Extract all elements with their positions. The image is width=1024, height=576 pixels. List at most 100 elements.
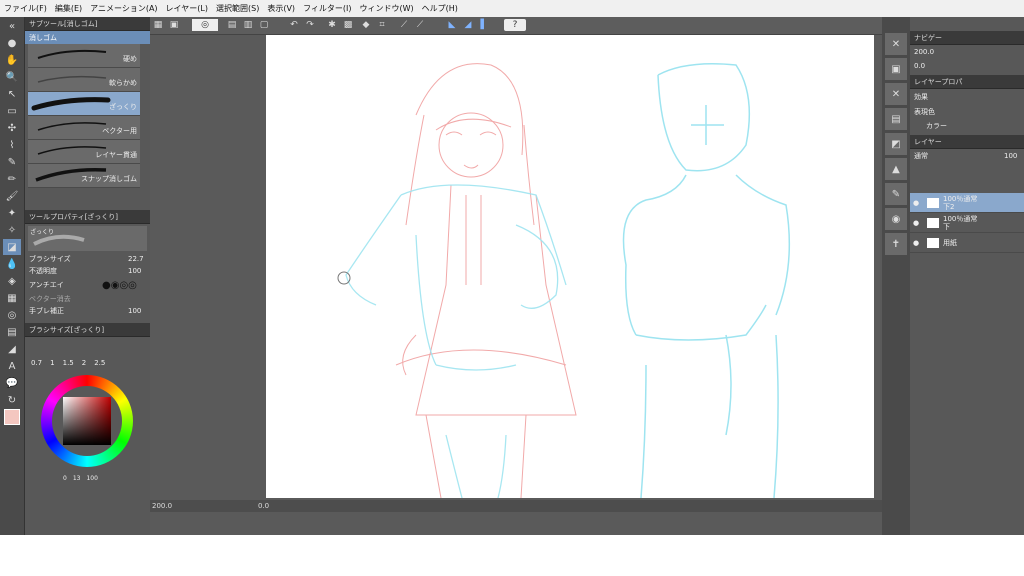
subtool-vector[interactable]: ベクター用 <box>28 116 140 140</box>
fill-selection-icon[interactable]: ◆ <box>360 19 372 31</box>
toolprop-preset[interactable]: ざっくり <box>28 226 147 251</box>
antialias-row[interactable]: アンチエイ ●◉◎◎ <box>25 277 150 293</box>
subtool-layer-through[interactable]: レイヤー貫通 <box>28 140 140 164</box>
drawing-canvas[interactable] <box>266 35 874 499</box>
select-icon[interactable]: ▭ <box>3 103 21 119</box>
hand-icon[interactable]: ✋ <box>3 52 21 68</box>
layer-thumbnail <box>927 237 939 248</box>
frame-icon[interactable]: ▤ <box>3 324 21 340</box>
auto-action-icon[interactable]: ◩ <box>885 133 907 155</box>
undo-icon[interactable]: ↶ <box>288 19 300 31</box>
vector-erase-row[interactable]: ベクター消去 <box>25 293 150 305</box>
expression-color-row[interactable]: 表現色 <box>910 105 1024 119</box>
navigator-icon[interactable]: ▣ <box>885 58 907 80</box>
eyedropper-icon[interactable]: ⌇ <box>3 137 21 153</box>
ruler-icon[interactable]: ◢ <box>3 341 21 357</box>
transform-icon[interactable]: ▩ <box>342 19 354 31</box>
pencil-icon[interactable]: ✏ <box>3 171 21 187</box>
zoom-icon[interactable]: ● <box>3 35 21 51</box>
eye-icon[interactable]: ● <box>910 199 923 207</box>
menu-file[interactable]: ファイル(F) <box>0 3 51 14</box>
eraser-cursor-icon <box>337 271 351 285</box>
brush-icon[interactable]: 🖌 <box>3 188 21 204</box>
figure-material-icon[interactable]: ✝ <box>885 233 907 255</box>
open-icon[interactable]: ▥ <box>242 19 254 31</box>
brushsize-title: ブラシサイズ[ざっくり] <box>25 323 150 337</box>
text-icon[interactable]: A <box>3 358 21 374</box>
grid-icon[interactable]: ▦ <box>152 19 164 31</box>
blend-mode-row[interactable]: 通常 100 <box>910 149 1024 163</box>
guide-icon[interactable]: ▌ <box>478 19 490 31</box>
subtool-tab-eraser[interactable]: 消しゴム <box>25 31 150 44</box>
canvas-zoom[interactable]: 200.0 <box>152 502 172 510</box>
menu-edit[interactable]: 編集(E) <box>51 3 86 14</box>
left-panel: サブツール[消しゴム] 消しゴム 硬め 軟らかめ ざっくり ベクター用 レイヤー… <box>25 17 150 535</box>
history-icon[interactable]: ▤ <box>885 108 907 130</box>
stabilization-row[interactable]: 手ブレ補正 100 <box>25 305 150 317</box>
color-mode-select[interactable]: カラー <box>910 119 1024 133</box>
size-preset[interactable]: 2.5 <box>94 359 105 367</box>
pen-icon[interactable]: ✎ <box>3 154 21 170</box>
layer-row[interactable]: ● 100％通常 下 <box>910 213 1024 233</box>
subtool-rough[interactable]: ざっくり <box>28 92 140 116</box>
main-color-swatch[interactable] <box>3 409 21 425</box>
brush-material-icon[interactable]: ✎ <box>885 183 907 205</box>
layer-row[interactable]: ● 用紙 <box>910 233 1024 253</box>
figure-icon[interactable]: ◎ <box>3 307 21 323</box>
snap-icon[interactable]: ⟋ <box>414 19 426 31</box>
subtool-soft[interactable]: 軟らかめ <box>28 68 140 92</box>
3d-material-icon[interactable]: ◉ <box>885 208 907 230</box>
size-preset[interactable]: 0.7 <box>31 359 42 367</box>
material-icon[interactable]: ✕ <box>885 33 907 55</box>
correction-icon[interactable]: ↻ <box>3 392 21 408</box>
menu-view[interactable]: 表示(V) <box>263 3 299 14</box>
menu-filter[interactable]: フィルター(I) <box>299 3 355 14</box>
effect-row[interactable]: 効果 <box>910 89 1024 105</box>
fill-icon[interactable]: ◈ <box>3 273 21 289</box>
navigator-angle-row[interactable]: 0.0 <box>910 59 1024 73</box>
antialias-options-icon[interactable]: ●◉◎◎ <box>102 280 150 291</box>
blend-icon[interactable]: 💧 <box>3 256 21 272</box>
magnifier-icon[interactable]: 🔍 <box>3 69 21 85</box>
subtool-snap[interactable]: スナップ消しゴム <box>28 164 140 188</box>
eraser-icon[interactable]: ◪ <box>3 239 21 255</box>
menu-selection[interactable]: 選択範囲(S) <box>212 3 263 14</box>
move-icon[interactable]: ↖ <box>3 86 21 102</box>
subtool-hard[interactable]: 硬め <box>28 44 140 68</box>
size-preset[interactable]: 1 <box>50 359 54 367</box>
special-ruler-icon[interactable]: ◢ <box>462 19 474 31</box>
eye-icon[interactable]: ● <box>910 239 923 247</box>
menu-animation[interactable]: アニメーション(A) <box>86 3 161 14</box>
size-preset[interactable]: 2 <box>82 359 86 367</box>
opacity-row[interactable]: 不透明度 100 <box>25 265 150 277</box>
help-icon[interactable]: ? <box>504 19 526 31</box>
gradient-icon[interactable]: ▦ <box>3 290 21 306</box>
layer-row[interactable]: ● 100％通常 下2 <box>910 193 1024 213</box>
decoration-icon[interactable]: ✧ <box>3 222 21 238</box>
navigator-zoom-row[interactable]: 200.0 <box>910 45 1024 59</box>
brush-size-row[interactable]: ブラシサイズ 22.7 <box>25 253 150 265</box>
eye-icon[interactable]: ● <box>910 219 923 227</box>
collapse-icon[interactable]: « <box>3 18 21 34</box>
new-icon[interactable]: ▣ <box>168 19 180 31</box>
airbrush-icon[interactable]: ✦ <box>3 205 21 221</box>
menu-help[interactable]: ヘルプ(H) <box>418 3 462 14</box>
save-icon[interactable]: ▤ <box>226 19 238 31</box>
size-preset[interactable]: 1.5 <box>63 359 74 367</box>
ruler-snap-icon[interactable]: ⟋ <box>398 19 410 31</box>
deselect-icon[interactable]: ⌗ <box>376 19 388 31</box>
redo-icon[interactable]: ↷ <box>304 19 316 31</box>
canvas-angle[interactable]: 0.0 <box>258 502 269 510</box>
color-square[interactable] <box>63 397 111 445</box>
balloon-icon[interactable]: 💬 <box>3 375 21 391</box>
menu-window[interactable]: ウィンドウ(W) <box>356 3 418 14</box>
image-material-icon[interactable]: ▲ <box>885 158 907 180</box>
clear-icon[interactable]: ✱ <box>326 19 338 31</box>
menu-layer[interactable]: レイヤー(L) <box>162 3 212 14</box>
command-bar: ▦ ▣ ◎ ▤ ▥ ▢ ↶ ↷ ✱ ▩ ◆ ⌗ ⟋ ⟋ ◣ ◢ ▌ ? <box>150 17 882 35</box>
spiral-icon[interactable]: ◎ <box>192 19 218 31</box>
quick-access-icon[interactable]: ✕ <box>885 83 907 105</box>
perspective-icon[interactable]: ◣ <box>446 19 458 31</box>
page-icon[interactable]: ▢ <box>258 19 270 31</box>
lasso-icon[interactable]: ✣ <box>3 120 21 136</box>
